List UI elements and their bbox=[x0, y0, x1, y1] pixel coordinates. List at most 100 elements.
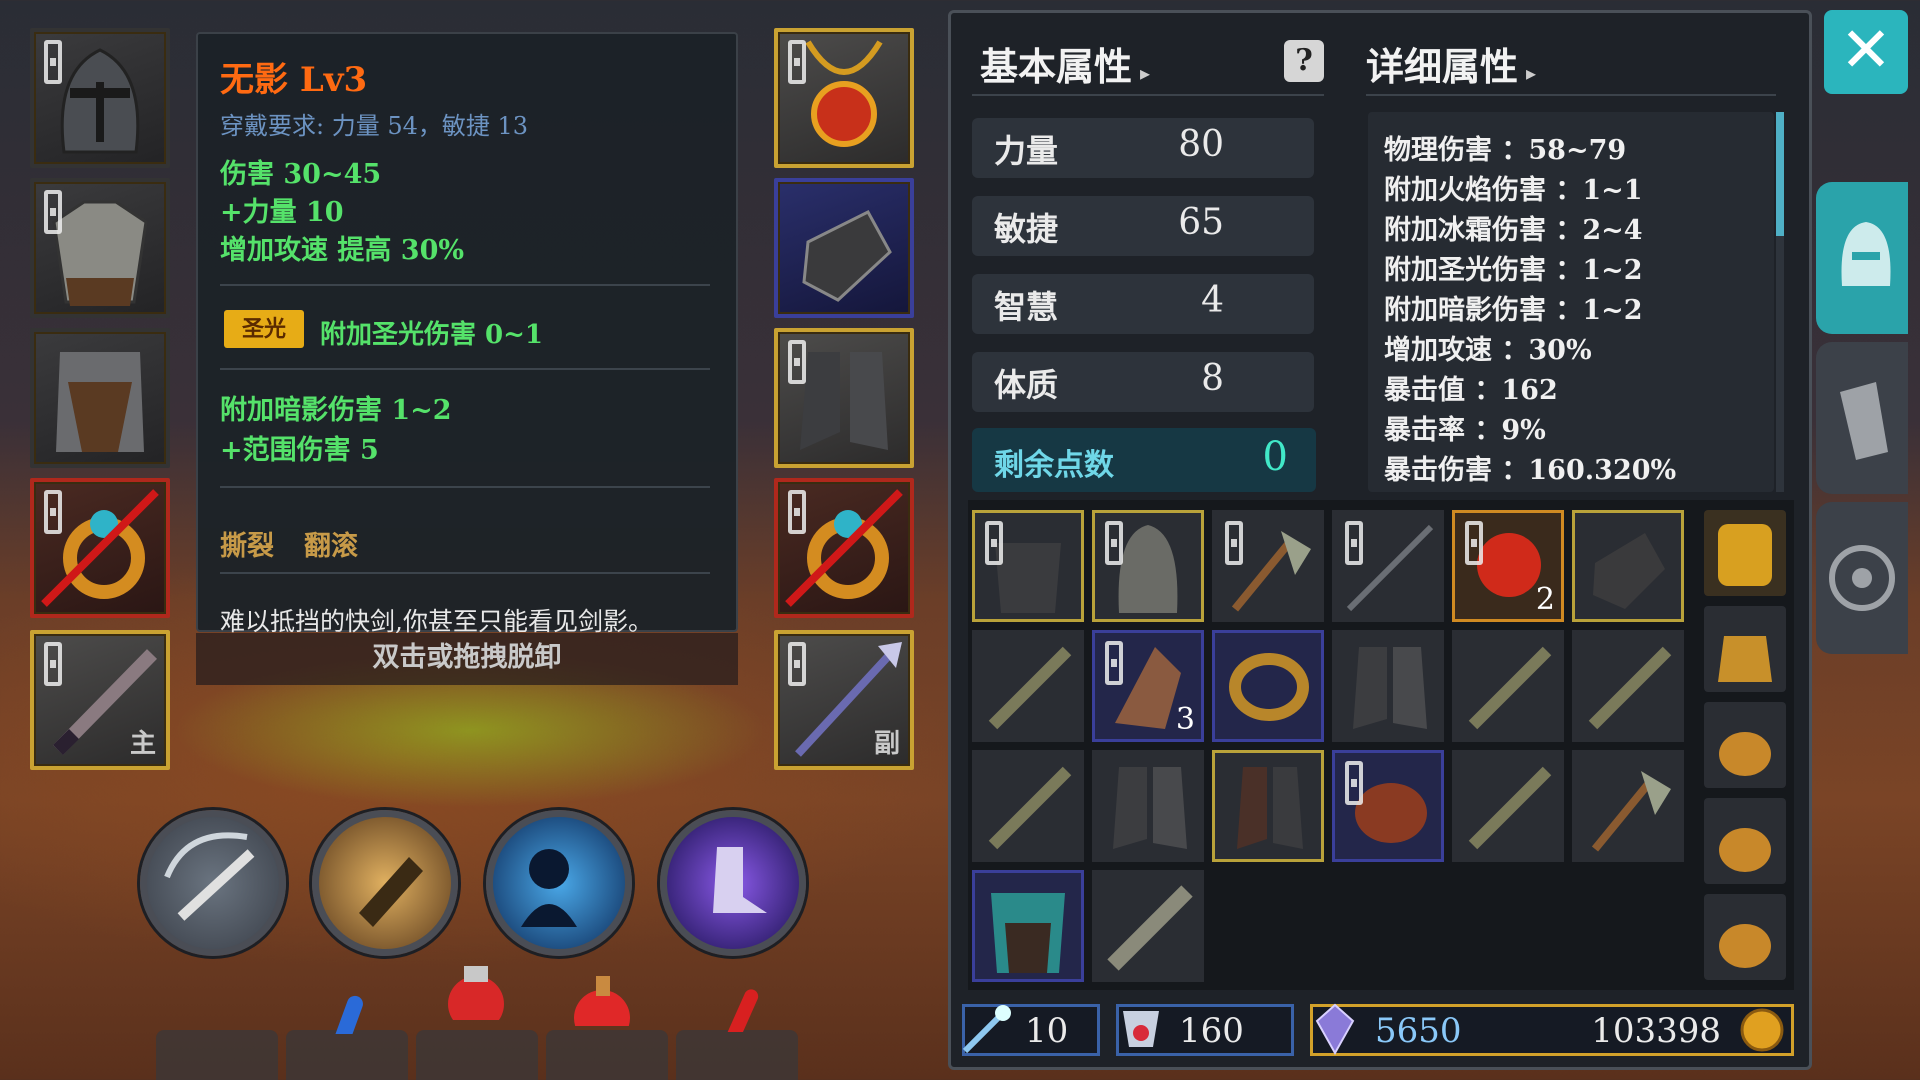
lock-icon bbox=[1105, 641, 1123, 685]
equip-slot-main-weapon[interactable]: 主 bbox=[30, 630, 170, 770]
divider bbox=[972, 94, 1324, 96]
inventory-cell[interactable] bbox=[972, 630, 1084, 742]
wheel-tab-icon bbox=[1829, 545, 1895, 611]
red-potion-icon bbox=[574, 976, 630, 1026]
detailed-attributes-list[interactable]: 物理伤害 ：58~79 附加火焰伤害 ：1~1 附加冰霜伤害 ：2~4 附加圣光… bbox=[1368, 112, 1774, 492]
inventory-cell[interactable] bbox=[1452, 630, 1564, 742]
inventory-cell[interactable] bbox=[1452, 750, 1564, 862]
inventory-cell[interactable] bbox=[1332, 630, 1444, 742]
bag-slot-2[interactable] bbox=[1704, 606, 1786, 692]
badge-stat-line: 附加圣光伤害 0~1 bbox=[320, 320, 544, 350]
bag-slot-3[interactable] bbox=[1704, 702, 1786, 788]
equip-slot-ring-2[interactable] bbox=[774, 478, 914, 618]
inventory-cell[interactable] bbox=[1332, 510, 1444, 622]
wand-icon bbox=[962, 1005, 1011, 1054]
inventory-cell[interactable] bbox=[1212, 630, 1324, 742]
bag-slot-4[interactable] bbox=[1704, 798, 1786, 884]
scrollbar-thumb[interactable] bbox=[1776, 112, 1784, 236]
potion-slot-vial[interactable] bbox=[676, 989, 798, 1080]
stat-agility: 敏捷 65 bbox=[972, 196, 1314, 256]
inventory-cell[interactable] bbox=[972, 510, 1084, 622]
equip-slot-legs[interactable] bbox=[30, 328, 170, 468]
basic-attributes-header[interactable]: 基本属性 ▸ bbox=[980, 36, 1150, 91]
item-title: 无影 Lv3 bbox=[220, 60, 368, 100]
potion-slot-red[interactable] bbox=[546, 976, 668, 1080]
crystal-value: 160 bbox=[1179, 1011, 1244, 1051]
pouch-icon bbox=[1719, 828, 1771, 872]
inventory-cell[interactable] bbox=[1212, 510, 1324, 622]
inventory-cell[interactable]: 2 bbox=[1452, 510, 1564, 622]
inventory-cell[interactable] bbox=[1572, 630, 1684, 742]
potion-slot-flask[interactable] bbox=[416, 966, 538, 1080]
inventory-cell[interactable] bbox=[1092, 510, 1204, 622]
inventory-cell[interactable] bbox=[1572, 510, 1684, 622]
boots-icon bbox=[1113, 767, 1187, 849]
skill-dash[interactable] bbox=[312, 810, 458, 956]
lock-icon bbox=[788, 490, 806, 534]
bracelet-icon bbox=[1229, 653, 1309, 721]
close-button[interactable]: ✕ bbox=[1824, 10, 1908, 94]
tab-wheel[interactable] bbox=[1816, 502, 1908, 654]
item-stat-line: 附加暗影伤害 1~2 bbox=[220, 395, 452, 426]
lock-icon bbox=[1345, 761, 1363, 805]
lock-icon bbox=[788, 40, 806, 84]
inventory-cell[interactable] bbox=[1092, 750, 1204, 862]
skill-speed[interactable] bbox=[660, 810, 806, 956]
inventory-cell[interactable] bbox=[1332, 750, 1444, 862]
lock-icon bbox=[1105, 521, 1123, 565]
gloves-icon bbox=[802, 210, 892, 302]
sword-icon bbox=[1107, 885, 1193, 971]
detail-scrollbar[interactable] bbox=[1776, 112, 1784, 492]
equip-slot-gloves[interactable] bbox=[774, 178, 914, 318]
item-stat-line: +范围伤害 5 bbox=[220, 435, 379, 466]
equip-slot-off-weapon[interactable]: 副 bbox=[774, 630, 914, 770]
lock-icon bbox=[1225, 521, 1243, 565]
equip-slot-chest[interactable] bbox=[30, 178, 170, 318]
leg-armor-icon bbox=[56, 352, 144, 452]
item-requirement: 穿戴要求: 力量 54，敏捷 13 bbox=[220, 112, 529, 140]
inventory-cell[interactable] bbox=[1092, 870, 1204, 982]
lock-icon bbox=[44, 40, 62, 84]
equip-slot-boots[interactable] bbox=[774, 328, 914, 468]
potion-slot-empty[interactable] bbox=[156, 1030, 278, 1080]
inventory-cell[interactable]: 3 bbox=[1092, 630, 1204, 742]
inventory-cell[interactable] bbox=[1212, 750, 1324, 862]
detail-line: 附加冰霜伤害 ：2~4 bbox=[1384, 215, 1643, 246]
sword-icon bbox=[988, 646, 1072, 730]
detail-line: 附加圣光伤害 ：1~2 bbox=[1384, 255, 1643, 286]
lock-icon bbox=[985, 521, 1003, 565]
bag-slot-5[interactable] bbox=[1704, 894, 1786, 980]
inventory-cell[interactable] bbox=[1572, 750, 1684, 862]
unequip-hint: 双击或拖拽脱卸 bbox=[196, 633, 738, 685]
inventory-cell[interactable] bbox=[972, 870, 1084, 982]
bag-slot-1[interactable] bbox=[1704, 510, 1786, 596]
red-vial-icon bbox=[715, 989, 759, 1032]
equip-slot-ring-1[interactable] bbox=[30, 478, 170, 618]
potion-slot-blue[interactable] bbox=[286, 995, 408, 1080]
item-stat-line: 增加攻速 提高 30% bbox=[220, 235, 465, 266]
question-icon[interactable]: ? bbox=[1284, 40, 1324, 82]
skill-slash[interactable] bbox=[140, 810, 286, 956]
lock-icon bbox=[44, 490, 62, 534]
helmet-tab-icon bbox=[1841, 222, 1891, 286]
item-quantity: 3 bbox=[1175, 702, 1195, 737]
remaining-points: 剩余点数 0 bbox=[972, 428, 1316, 492]
equip-slot-helmet[interactable] bbox=[30, 28, 170, 168]
tab-equipment[interactable] bbox=[1816, 182, 1908, 334]
gem-gold-counter: 5650 103398 bbox=[1310, 1003, 1794, 1056]
item-stat-line: 伤害 30~45 bbox=[220, 159, 382, 190]
divider bbox=[220, 572, 710, 574]
pouch-icon bbox=[1718, 636, 1772, 682]
lock-icon bbox=[44, 642, 62, 686]
detail-line: 暴击值 ：162 bbox=[1384, 375, 1558, 406]
tab-gloves[interactable] bbox=[1816, 342, 1908, 494]
dash-skill-icon bbox=[359, 857, 423, 927]
skill-shadow[interactable] bbox=[486, 810, 632, 956]
pouch-icon bbox=[1719, 924, 1771, 968]
equip-slot-amulet[interactable] bbox=[774, 28, 914, 168]
detailed-attributes-header[interactable]: 详细属性 ▸ bbox=[1366, 36, 1536, 91]
inventory-cell[interactable] bbox=[972, 750, 1084, 862]
crystal-counter: 160 bbox=[1116, 1004, 1294, 1056]
lock-icon bbox=[44, 190, 62, 234]
item-skill: 撕裂 bbox=[220, 531, 274, 562]
